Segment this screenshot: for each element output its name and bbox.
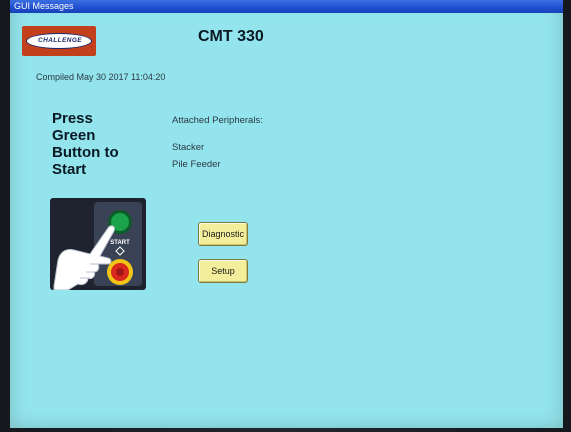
start-label: START <box>110 240 130 246</box>
setup-button[interactable]: Setup <box>198 259 248 283</box>
peripheral-list: Stacker Pile Feeder <box>172 139 221 173</box>
peripherals-heading: Attached Peripherals: <box>172 115 263 126</box>
instruction-line: Press <box>52 110 93 127</box>
start-instruction: Press Green Button to Start <box>52 110 162 178</box>
window-titlebar[interactable]: GUI Messages <box>10 0 563 13</box>
window-title: GUI Messages <box>14 1 74 11</box>
challenge-logo: CHALLENGE <box>22 26 96 56</box>
peripheral-item: Pile Feeder <box>172 159 221 170</box>
logo-oval: CHALLENGE <box>26 33 92 49</box>
instruction-line: Button to <box>52 144 119 161</box>
compiled-timestamp: Compiled May 30 2017 11:04:20 <box>36 72 166 82</box>
diagnostic-button[interactable]: Diagnostic <box>198 222 248 246</box>
logo-text: CHALLENGE <box>37 37 83 44</box>
model-title: CMT 330 <box>198 28 264 45</box>
peripheral-item: Stacker <box>172 142 205 153</box>
press-start-illustration: START <box>50 198 146 290</box>
app-window: GUI Messages CHALLENGE CMT 330 Compiled … <box>10 0 563 428</box>
stop-button-center <box>116 268 124 276</box>
instruction-line: Green <box>52 127 96 144</box>
instruction-line: Start <box>52 161 87 178</box>
